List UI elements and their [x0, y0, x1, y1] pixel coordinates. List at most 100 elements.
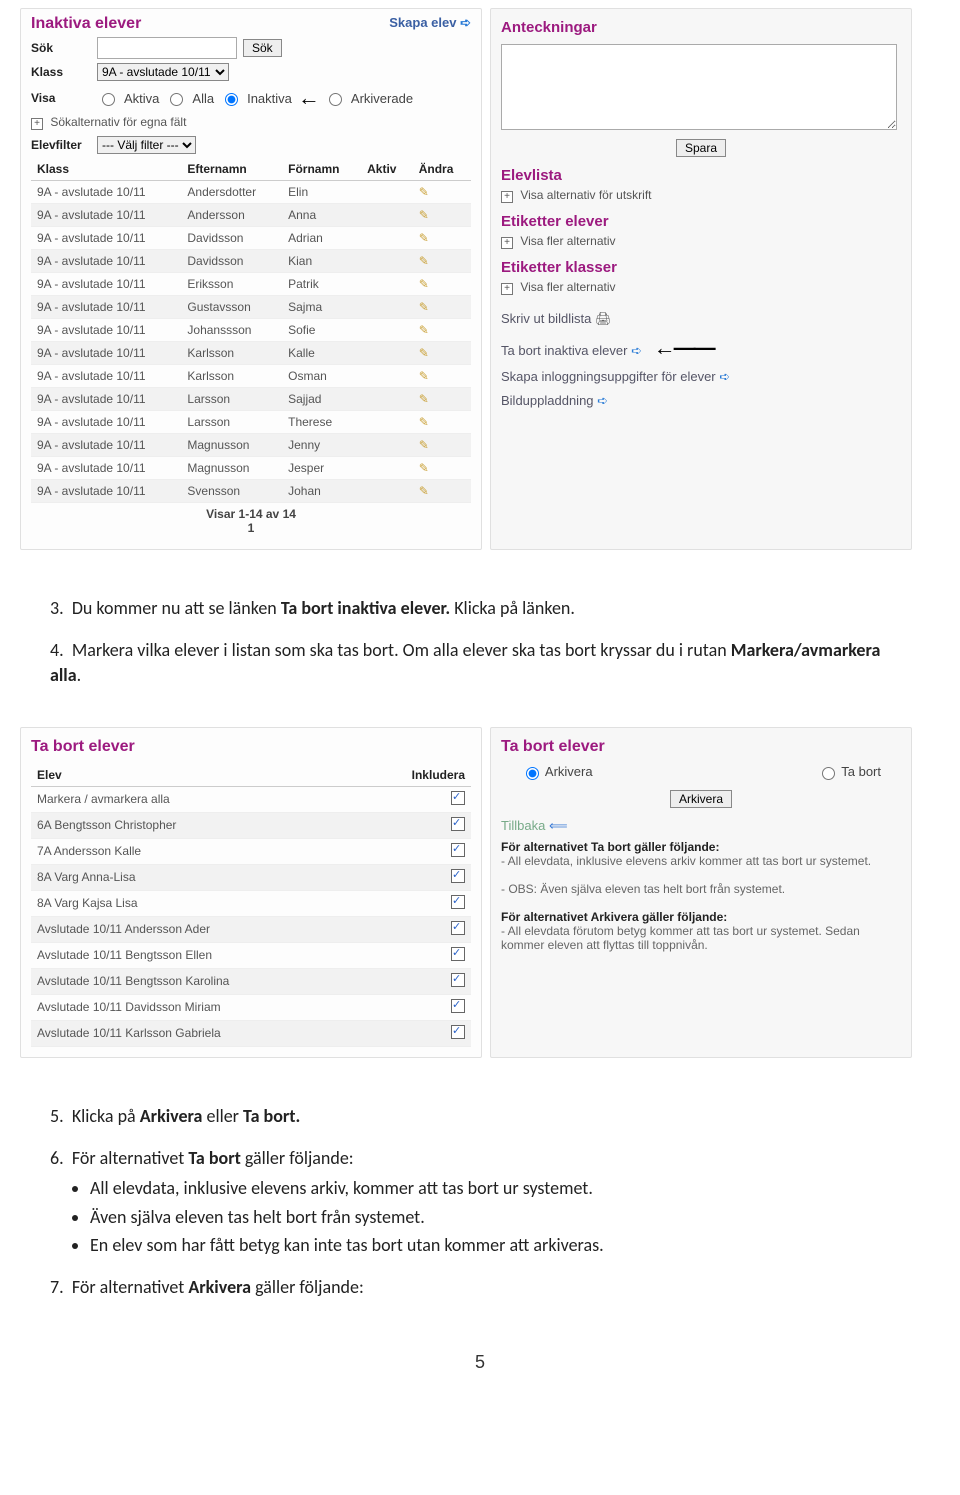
pencil-icon: ✎	[419, 392, 429, 406]
cell-aktiv	[361, 204, 413, 227]
link-remove-label: Ta bort inaktiva elever	[501, 343, 627, 358]
search-button[interactable]: Sök	[243, 39, 282, 57]
class-select[interactable]: 9A - avslutade 10/11	[97, 63, 229, 81]
own-fields-toggle[interactable]: + Sökalternativ för egna fält	[31, 115, 471, 130]
cell-elev: 8A Varg Kajsa Lisa	[31, 890, 364, 916]
doc-text-2: 5. Klicka på Arkivera eller Ta bort. 6. …	[0, 1066, 960, 1332]
radio-alla-label: Alla	[192, 91, 214, 106]
checkbox-include[interactable]	[451, 973, 465, 987]
cell-edit[interactable]: ✎	[413, 365, 471, 388]
radio-tabort-label: Ta bort	[841, 764, 881, 779]
cell-klass: 9A - avslutade 10/11	[31, 319, 181, 342]
cell-edit[interactable]: ✎	[413, 273, 471, 296]
checkbox-include[interactable]	[451, 895, 465, 909]
elevlista-opt-label: Visa alternativ för utskrift	[520, 188, 651, 202]
create-student-link[interactable]: Skapa elev ➪	[389, 15, 471, 31]
back-link[interactable]: Tillbaka ⟸	[501, 818, 901, 834]
cell-fornamn: Sajjad	[282, 388, 361, 411]
step-6-li3: En elev som har fått betyg kan inte tas …	[90, 1233, 910, 1257]
checkbox-include[interactable]	[451, 817, 465, 831]
cell-klass: 9A - avslutade 10/11	[31, 434, 181, 457]
arkivera-button[interactable]: Arkivera	[670, 790, 732, 808]
back-label: Tillbaka	[501, 818, 545, 833]
cell-klass: 9A - avslutade 10/11	[31, 388, 181, 411]
elevlista-toggle[interactable]: + Visa alternativ för utskrift	[501, 188, 901, 203]
radio-inaktiva-label: Inaktiva	[247, 91, 292, 106]
cell-aktiv	[361, 411, 413, 434]
remove-notes: För alternativet Ta bort gäller följande…	[501, 840, 901, 952]
link-bildlista-label: Skriv ut bildlista	[501, 311, 591, 326]
cell-edit[interactable]: ✎	[413, 342, 471, 365]
save-button[interactable]: Spara	[676, 139, 726, 157]
checkbox-include[interactable]	[451, 999, 465, 1013]
cell-aktiv	[361, 250, 413, 273]
cell-aktiv	[361, 365, 413, 388]
cell-edit[interactable]: ✎	[413, 457, 471, 480]
etik-klass-title: Etiketter klasser	[501, 259, 901, 276]
checkbox-include[interactable]	[451, 921, 465, 935]
cell-elev: 6A Bengtsson Christopher	[31, 812, 364, 838]
own-fields-label: Sökalternativ för egna fält	[50, 115, 186, 129]
radio-arkivera[interactable]	[526, 767, 539, 780]
table-row: 9A - avslutade 10/11GustavssonSajma✎	[31, 296, 471, 319]
filter-select[interactable]: --- Välj filter ---	[97, 136, 196, 154]
radio-arkivera-label: Arkivera	[545, 764, 593, 779]
link-upload[interactable]: Bilduppladdning ➪	[501, 389, 901, 413]
pencil-icon: ✎	[419, 300, 429, 314]
cell-fornamn: Elin	[282, 181, 361, 204]
pencil-icon: ✎	[419, 208, 429, 222]
screenshot-2: Ta bort elever Elev Inkludera Markera / …	[0, 719, 960, 1066]
plus-icon: +	[31, 118, 43, 130]
cell-edit[interactable]: ✎	[413, 296, 471, 319]
table-row: 9A - avslutade 10/11JohansssonSofie✎	[31, 319, 471, 342]
pager-text: Visar 1-14 av 14	[206, 507, 296, 521]
link-bildlista[interactable]: Skriv ut bildlista 🖨	[501, 307, 901, 331]
cell-edit[interactable]: ✎	[413, 181, 471, 204]
remove-students-right: Ta bort elever Arkivera Ta bort Arkivera…	[490, 727, 912, 1058]
cell-edit[interactable]: ✎	[413, 480, 471, 503]
arrow-right-icon: ➪	[597, 393, 608, 408]
cell-edit[interactable]: ✎	[413, 250, 471, 273]
printer-icon: 🖨	[595, 311, 612, 326]
etik-klass-toggle[interactable]: + Visa fler alternativ	[501, 280, 901, 295]
cell-edit[interactable]: ✎	[413, 204, 471, 227]
cell-efternamn: Andersson	[181, 204, 282, 227]
link-create-logins[interactable]: Skapa inloggningsuppgifter för elever ➪	[501, 365, 901, 389]
checkbox-include[interactable]	[451, 869, 465, 883]
step-5: 5. Klicka på Arkivera eller Ta bort.	[50, 1104, 910, 1128]
panel2r-title: Ta bort elever	[501, 738, 901, 756]
cell-edit[interactable]: ✎	[413, 434, 471, 457]
checkbox-include[interactable]	[451, 843, 465, 857]
radio-aktiva[interactable]	[102, 93, 115, 106]
checkbox-include[interactable]	[451, 1025, 465, 1039]
search-input[interactable]	[97, 37, 237, 59]
col-inkludera: Inkludera	[364, 764, 471, 787]
etik-klass-opt-label: Visa fler alternativ	[520, 280, 615, 294]
cell-edit[interactable]: ✎	[413, 388, 471, 411]
cell-klass: 9A - avslutade 10/11	[31, 480, 181, 503]
radio-tabort[interactable]	[822, 767, 835, 780]
col-klass: Klass	[31, 158, 181, 181]
cell-fornamn: Jenny	[282, 434, 361, 457]
cell-edit[interactable]: ✎	[413, 227, 471, 250]
radio-arkiverade[interactable]	[329, 93, 342, 106]
link-upload-label: Bilduppladdning	[501, 393, 594, 408]
table-row: 9A - avslutade 10/11MagnussonJenny✎	[31, 434, 471, 457]
cell-klass: 9A - avslutade 10/11	[31, 342, 181, 365]
arrow-right-icon: ➪	[460, 15, 471, 30]
table-row: 8A Varg Kajsa Lisa	[31, 890, 471, 916]
checkbox-include[interactable]	[451, 947, 465, 961]
link-remove-inactive[interactable]: Ta bort inaktiva elever ➪ ←——	[501, 331, 901, 365]
cell-aktiv	[361, 181, 413, 204]
pencil-icon: ✎	[419, 461, 429, 475]
checkbox-mark-all[interactable]	[451, 791, 465, 805]
notes-textarea[interactable]	[501, 44, 897, 130]
table-row: Avslutade 10/11 Davidsson Miriam	[31, 994, 471, 1020]
radio-inaktiva[interactable]	[225, 93, 238, 106]
cell-edit[interactable]: ✎	[413, 411, 471, 434]
radio-alla[interactable]	[170, 93, 183, 106]
etik-elever-toggle[interactable]: + Visa fler alternativ	[501, 234, 901, 249]
col-andra: Ändra	[413, 158, 471, 181]
cell-klass: 9A - avslutade 10/11	[31, 227, 181, 250]
cell-edit[interactable]: ✎	[413, 319, 471, 342]
